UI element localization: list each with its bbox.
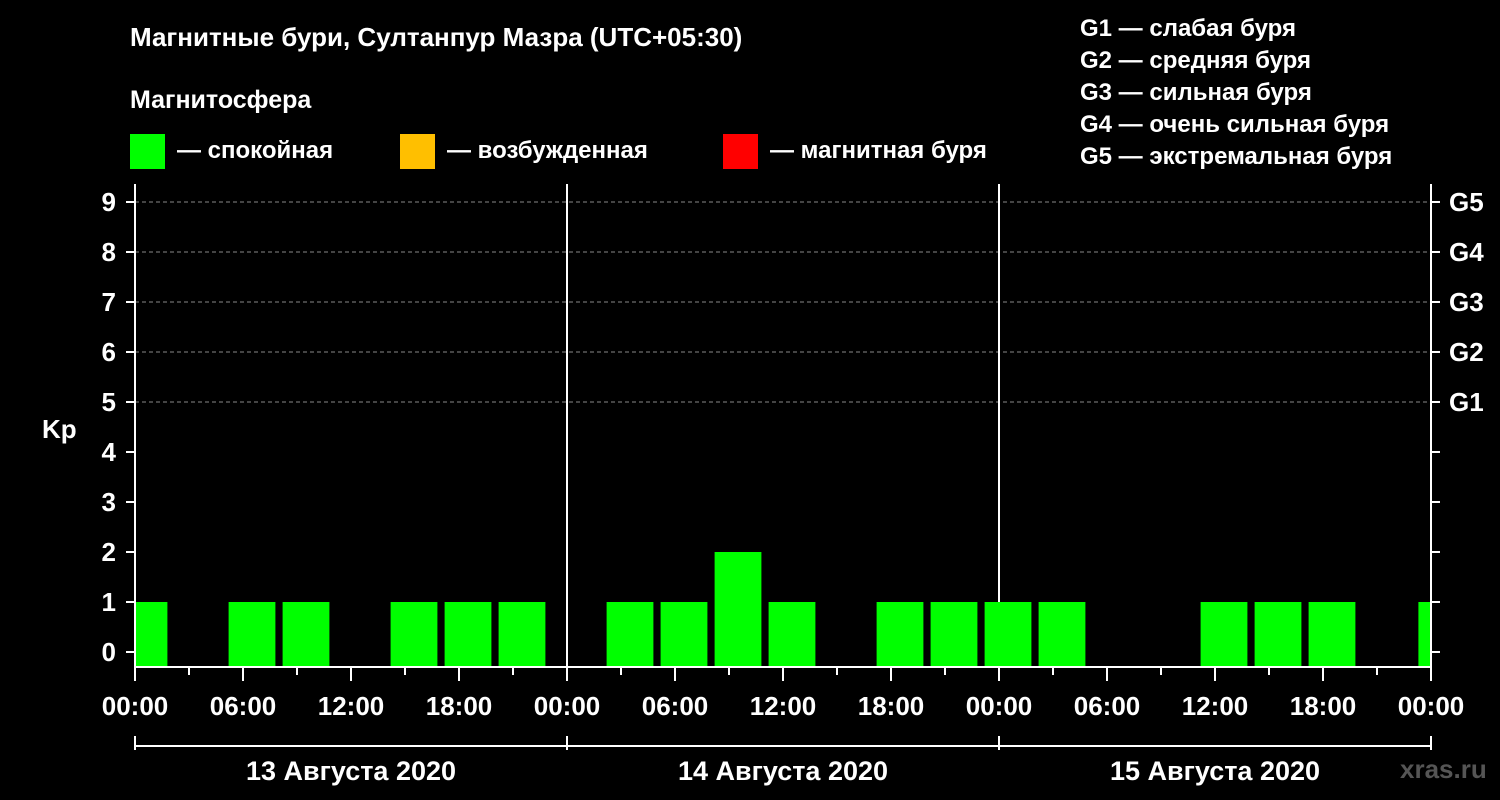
x-tick-label-2: 12:00 [318, 691, 385, 721]
x-tick-label-7: 18:00 [858, 691, 925, 721]
y-tick-label-2: 2 [102, 537, 116, 567]
bar-1 [228, 602, 276, 667]
day-label-1: 14 Августа 2020 [678, 756, 888, 786]
bar-5 [498, 602, 546, 667]
y-tick-label-0: 0 [102, 637, 116, 667]
x-tick-label-4: 00:00 [534, 691, 601, 721]
x-tick-label-10: 12:00 [1182, 691, 1249, 721]
bar-13 [1038, 602, 1086, 667]
bar-0 [135, 602, 168, 667]
x-tick-label-8: 00:00 [966, 691, 1033, 721]
y-axis-label: Kp [42, 414, 77, 444]
bar-17 [1418, 602, 1431, 667]
g-level-label-G2: G2 [1449, 337, 1484, 367]
bar-9 [768, 602, 816, 667]
x-tick-label-3: 18:00 [426, 691, 493, 721]
g-level-label-G4: G4 [1449, 237, 1484, 267]
bar-11 [930, 602, 978, 667]
x-tick-label-0: 00:00 [102, 691, 169, 721]
x-tick-label-1: 06:00 [210, 691, 277, 721]
y-tick-label-4: 4 [102, 437, 117, 467]
bar-14 [1200, 602, 1248, 667]
bar-15 [1254, 602, 1302, 667]
bar-4 [444, 602, 492, 667]
x-tick-label-5: 06:00 [642, 691, 709, 721]
x-tick-label-6: 12:00 [750, 691, 817, 721]
bar-8 [714, 552, 762, 667]
bar-16 [1308, 602, 1356, 667]
bar-7 [660, 602, 708, 667]
bar-3 [390, 602, 438, 667]
day-label-2: 15 Августа 2020 [1110, 756, 1320, 786]
x-tick-label-9: 06:00 [1074, 691, 1141, 721]
x-tick-label-12: 00:00 [1398, 691, 1465, 721]
x-tick-label-11: 18:00 [1290, 691, 1357, 721]
g-level-label-G3: G3 [1449, 287, 1484, 317]
y-tick-label-9: 9 [102, 187, 116, 217]
bar-10 [876, 602, 924, 667]
y-tick-label-8: 8 [102, 237, 116, 267]
watermark: xras.ru [1400, 754, 1487, 784]
bar-6 [606, 602, 654, 667]
y-tick-label-1: 1 [102, 587, 116, 617]
y-tick-label-5: 5 [102, 387, 116, 417]
y-tick-label-7: 7 [102, 287, 116, 317]
bar-2 [282, 602, 330, 667]
y-tick-label-3: 3 [102, 487, 116, 517]
y-tick-label-6: 6 [102, 337, 116, 367]
day-label-0: 13 Августа 2020 [246, 756, 456, 786]
kp-chart: 0 1 2 3 4 5 6 7 8 9 G1 G2 G3 G4 G5 Kp 00:00 06:00 12:00 18:… [42, 184, 1484, 786]
bar-12 [984, 602, 1032, 667]
g-level-label-G5: G5 [1449, 187, 1484, 217]
g-level-label-G1: G1 [1449, 387, 1484, 417]
